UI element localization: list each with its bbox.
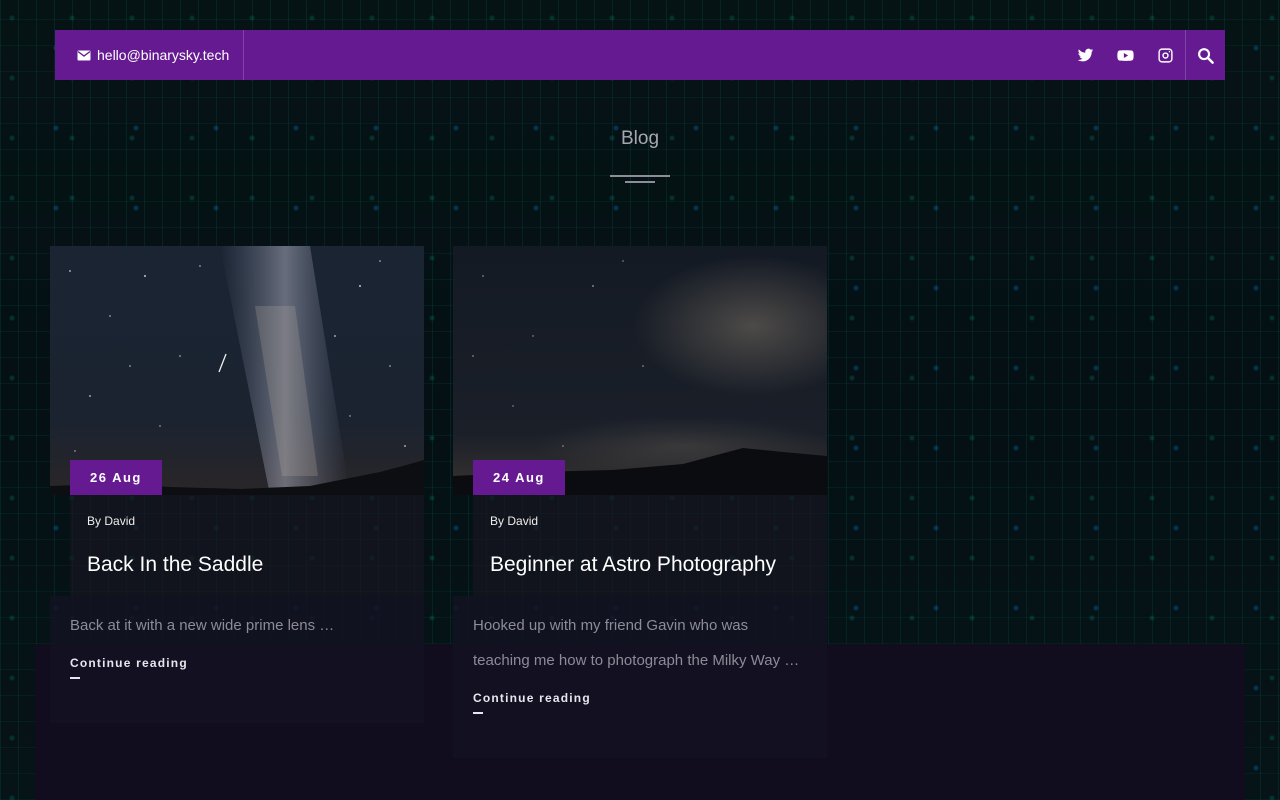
social-links	[1065, 30, 1225, 80]
post-meta: By David Back In the Saddle	[70, 495, 424, 596]
post-meta: By David Beginner at Astro Photography	[473, 495, 827, 596]
author-link[interactable]: David	[507, 514, 538, 528]
continue-reading-link[interactable]: Continue reading	[473, 691, 591, 705]
twitter-icon	[1077, 48, 1093, 61]
post-title[interactable]: Beginner at Astro Photography	[490, 553, 776, 577]
post-image[interactable]	[453, 246, 827, 495]
post-excerpt-box: Back at it with a new wide prime lens … …	[50, 596, 424, 723]
post-excerpt: Hooked up with my friend Gavin who was t…	[473, 617, 800, 669]
post-date-badge: 24 Aug	[473, 460, 565, 495]
email-link[interactable]: hello@binarysky.tech	[55, 30, 245, 80]
twitter-link[interactable]	[1065, 30, 1105, 80]
page-title: Blog	[620, 128, 660, 149]
instagram-link[interactable]	[1145, 30, 1185, 80]
continue-reading-link[interactable]: Continue reading	[70, 656, 188, 670]
post-excerpt: Back at it with a new wide prime lens …	[70, 617, 335, 634]
continue-underline	[70, 677, 80, 679]
post-date-badge: 26 Aug	[70, 460, 162, 495]
youtube-icon	[1116, 49, 1134, 61]
top-bar: hello@binarysky.tech	[55, 30, 1225, 80]
post-author: By David	[87, 514, 136, 528]
author-link[interactable]: David	[104, 514, 135, 528]
search-button[interactable]	[1185, 30, 1225, 80]
continue-underline	[473, 712, 483, 714]
post-title[interactable]: Back In the Saddle	[87, 553, 263, 577]
post-image[interactable]	[50, 246, 424, 495]
youtube-link[interactable]	[1105, 30, 1145, 80]
envelope-icon	[77, 50, 91, 60]
title-divider	[610, 174, 670, 186]
post-author: By David	[490, 514, 539, 528]
post-excerpt-box: Hooked up with my friend Gavin who was t…	[453, 596, 827, 758]
instagram-icon	[1157, 47, 1173, 63]
email-text: hello@binarysky.tech	[97, 47, 230, 63]
search-icon	[1198, 47, 1214, 64]
